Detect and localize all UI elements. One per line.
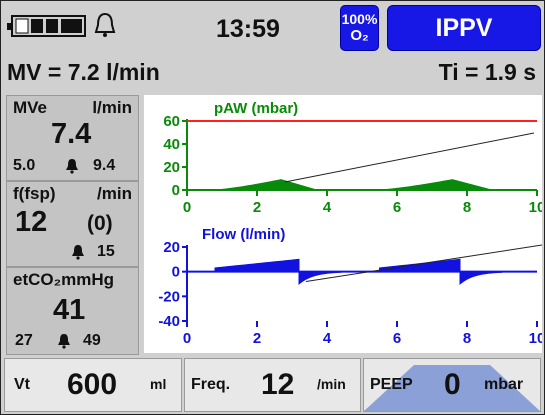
battery-icon bbox=[7, 15, 86, 37]
top-bar: 13:59 100% O₂ IPPV bbox=[1, 1, 544, 53]
flow-x-tick-label: 6 bbox=[393, 330, 401, 347]
paw-x-tick-label: 4 bbox=[323, 199, 332, 216]
frequency-value: 12 bbox=[15, 206, 48, 238]
frequency-high-limit: 15 bbox=[97, 243, 115, 260]
etco2-high-limit: 49 bbox=[83, 332, 101, 349]
flow-waveform bbox=[298, 271, 342, 286]
freq-unit: /min bbox=[317, 376, 346, 392]
flow-x-tick-label: 8 bbox=[463, 330, 471, 347]
flow-waveform bbox=[214, 258, 300, 273]
paw-y-tick-label: 60 bbox=[163, 113, 180, 130]
frequency-unit: /min bbox=[97, 184, 132, 203]
flow-y-tick-label: -40 bbox=[158, 313, 180, 330]
spontaneous-frequency: (0) bbox=[87, 212, 113, 235]
mve-panel[interactable]: MVe l/min 7.4 5.0 9.4 bbox=[6, 95, 139, 181]
etco2-low-limit: 27 bbox=[15, 332, 33, 349]
etco2-panel[interactable]: etCO₂mmHg 41 27 49 bbox=[6, 267, 139, 355]
peep-value: 0 bbox=[444, 368, 461, 401]
flow-y-tick-label: -20 bbox=[158, 288, 180, 305]
mve-unit: l/min bbox=[92, 98, 132, 117]
flow-y-tick-label: 20 bbox=[163, 239, 180, 256]
alarm-bell-icon bbox=[66, 159, 78, 174]
flow-y-tick-label: 0 bbox=[172, 264, 180, 281]
inspiration-time-readout: Ti = 1.9 s bbox=[438, 59, 536, 85]
flow-waveform bbox=[459, 271, 503, 286]
paw-y-tick-label: 20 bbox=[163, 159, 180, 176]
bell-icon[interactable] bbox=[93, 11, 117, 39]
flow-x-tick-label: 10 bbox=[529, 330, 542, 347]
peep-unit: mbar bbox=[484, 376, 524, 393]
paw-waveform bbox=[379, 179, 492, 191]
alarm-bell-icon bbox=[72, 245, 84, 260]
freq-label: Freq. bbox=[191, 376, 231, 393]
paw-plot-title: pAW (mbar) bbox=[214, 100, 298, 117]
paw-y-tick-label: 40 bbox=[163, 136, 180, 153]
peep-label: PEEP bbox=[370, 376, 413, 393]
mve-title: MVe bbox=[13, 98, 48, 117]
flow-plot-title: Flow (l/min) bbox=[202, 226, 285, 243]
ventilation-mode-button[interactable]: IPPV bbox=[387, 5, 541, 51]
etco2-value: 41 bbox=[53, 294, 86, 326]
o2-percent: 100% bbox=[341, 11, 378, 27]
frequency-panel[interactable]: f(fsp) /min 12 (0) 15 bbox=[6, 181, 139, 267]
ventilator-screen: 13:59 100% O₂ IPPV MV = 7.2 l/min Ti = 1… bbox=[0, 0, 545, 415]
etco2-title: etCO₂mmHg bbox=[13, 270, 115, 289]
tidal-volume-setting[interactable]: Vt 600 ml bbox=[4, 358, 182, 412]
mve-high-limit: 9.4 bbox=[93, 157, 116, 174]
alarm-bell-icon bbox=[58, 334, 70, 349]
freq-value: 12 bbox=[261, 368, 295, 401]
paw-x-tick-label: 2 bbox=[253, 199, 261, 216]
o2-concentration-badge[interactable]: 100% O₂ bbox=[340, 5, 379, 51]
flow-waveform bbox=[379, 258, 461, 273]
flow-callout-line bbox=[305, 244, 542, 283]
o2-label: O₂ bbox=[350, 27, 369, 44]
flow-x-tick-label: 0 bbox=[183, 330, 191, 347]
clock-time: 13:59 bbox=[216, 15, 280, 43]
mve-value: 7.4 bbox=[51, 118, 92, 150]
flow-x-tick-label: 2 bbox=[253, 330, 261, 347]
waveform-svg: pAW (mbar)60402000 2 4 6 8 10Flow (l/min)200-… bbox=[158, 100, 542, 347]
waveform-area: pAW (mbar) 60 40 20 0 0 2 4 6 8 10 Flow (l/min) 20 0-… bbox=[144, 95, 542, 353]
paw-callout-line bbox=[284, 132, 535, 183]
minute-volume-readout: MV = 7.2 l/min bbox=[7, 59, 160, 85]
paw-x-tick-label: 10 bbox=[529, 199, 542, 216]
paw-x-tick-label: 6 bbox=[393, 199, 401, 216]
paw-x-tick-label: 0 bbox=[183, 199, 191, 216]
paw-x-tick-label: 8 bbox=[463, 199, 471, 216]
frequency-title: f(fsp) bbox=[13, 184, 56, 203]
paw-waveform bbox=[214, 179, 317, 191]
mve-low-limit: 5.0 bbox=[13, 157, 36, 174]
vt-label: Vt bbox=[14, 376, 30, 393]
flow-x-tick-label: 4 bbox=[323, 330, 332, 347]
vt-value: 600 bbox=[67, 368, 118, 401]
peep-setting[interactable]: PEEP 0 mbar bbox=[363, 358, 541, 412]
paw-y-tick-label: 0 bbox=[172, 182, 180, 199]
vt-unit: ml bbox=[150, 376, 167, 392]
frequency-setting[interactable]: Freq. 12 /min bbox=[184, 358, 361, 412]
